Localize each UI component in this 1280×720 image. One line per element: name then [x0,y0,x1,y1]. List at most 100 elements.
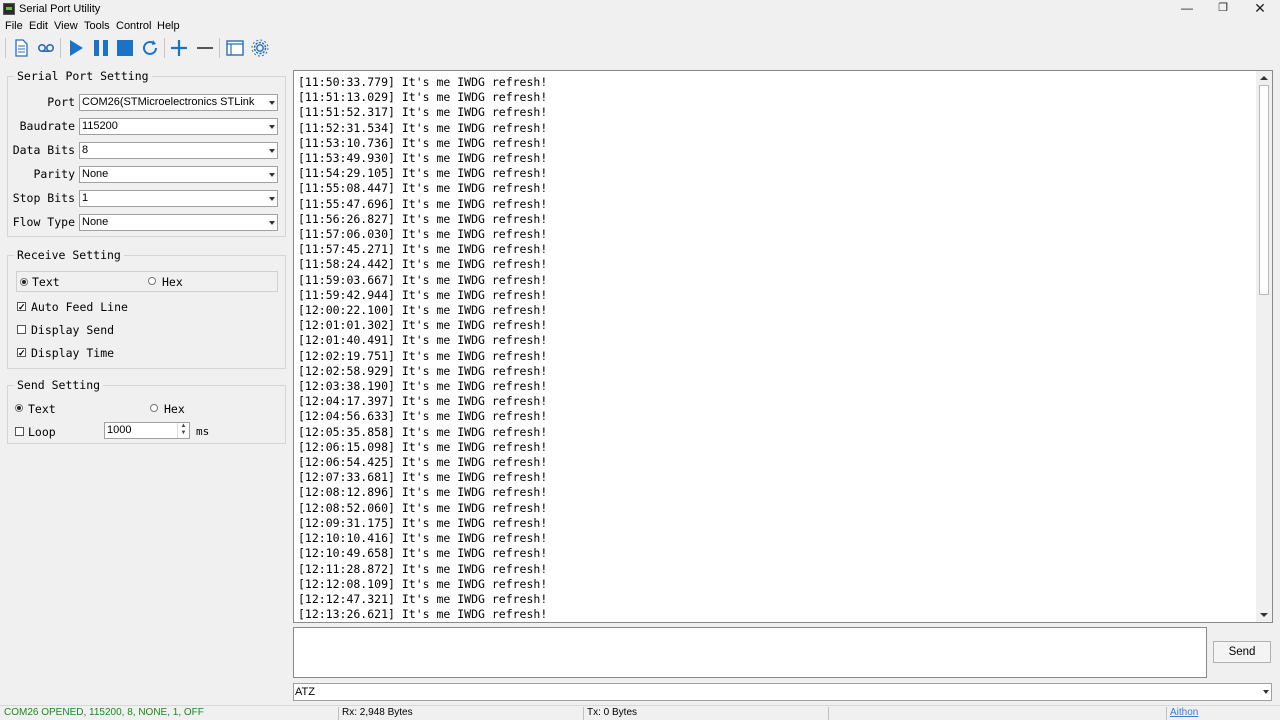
send-hex-label: Hex [164,402,185,416]
log-line: [12:08:12.896] It's me IWDG refresh! [298,485,548,500]
scroll-down-icon[interactable] [1256,608,1272,622]
stop-bits-select[interactable]: 1 [79,190,278,207]
pause-icon[interactable] [90,37,112,59]
loop-interval-value: 1000 [107,424,132,436]
rx-count: Rx: 2,948 Bytes [342,707,413,718]
refresh-icon[interactable] [139,37,161,59]
loop-label: Loop [28,425,56,439]
receive-text-label: Text [32,275,60,289]
send-text-radio[interactable] [15,404,23,412]
receive-hex-radio[interactable] [148,277,156,285]
menu-control[interactable]: Control [116,20,151,32]
loop-checkbox[interactable] [15,427,24,436]
send-history-select[interactable]: ATZ [293,683,1272,701]
receive-log-scrollbar[interactable] [1256,71,1272,622]
chevron-down-icon[interactable] [265,95,277,110]
menu-view[interactable]: View [54,20,78,32]
data-bits-select[interactable]: 8 [79,142,278,159]
menu-help[interactable]: Help [157,20,180,32]
loop-icon[interactable] [35,37,57,59]
status-bar: COM26 OPENED, 115200, 8, NONE, 1, OFF Rx… [0,705,1280,720]
receive-log-text: [11:50:33.779] It's me IWDG refresh! [11:… [298,75,547,622]
add-icon[interactable] [168,37,190,59]
auto-feed-line-label: Auto Feed Line [31,300,128,314]
send-button[interactable]: Send [1213,641,1271,663]
maximize-button[interactable]: ❐ [1205,0,1241,19]
status-separator [583,707,584,720]
window-title: Serial Port Utility [19,3,101,15]
log-line: [12:12:47.321] It's me IWDG refresh! [298,591,548,606]
settings-icon[interactable] [249,37,271,59]
menu-tools[interactable]: Tools [84,20,110,32]
log-line: [12:02:19.751] It's me IWDG refresh! [298,348,548,363]
chevron-down-icon[interactable] [265,119,277,134]
stop-icon[interactable] [114,37,136,59]
receive-mode-box: Text Hex [16,271,278,292]
close-button[interactable]: ✕ [1242,0,1278,19]
minimize-button[interactable]: — [1169,0,1205,19]
log-line: [11:57:06.030] It's me IWDG refresh! [298,227,548,242]
send-text-label: Text [28,402,56,416]
log-line: [11:53:49.930] It's me IWDG refresh! [298,151,548,166]
log-line: [11:59:42.944] It's me IWDG refresh! [298,287,548,302]
send-hex-radio[interactable] [150,404,158,412]
log-line: [12:06:54.425] It's me IWDG refresh! [298,455,548,470]
receive-text-radio[interactable] [20,278,28,286]
menu-bar: File Edit View Tools Control Help [0,19,400,34]
toolbar-separator [164,38,165,58]
flow-type-value: None [82,216,109,228]
receive-log[interactable]: [11:50:33.779] It's me IWDG refresh! [11:… [293,70,1273,623]
parity-select[interactable]: None [79,166,278,183]
display-send-label: Display Send [31,323,115,337]
remove-icon[interactable] [194,37,216,59]
flow-type-label: Flow Type [12,215,75,229]
log-line: [12:00:22.100] It's me IWDG refresh! [298,303,548,318]
display-time-checkbox[interactable]: ✓ [17,348,26,358]
send-input[interactable] [293,627,1207,678]
display-send-checkbox[interactable] [17,325,26,334]
scroll-thumb[interactable] [1259,85,1269,295]
baudrate-label: Baudrate [19,119,75,133]
new-document-icon[interactable] [10,37,32,59]
log-line: [12:04:56.633] It's me IWDG refresh! [298,409,548,424]
log-line: [12:10:10.416] It's me IWDG refresh! [298,531,548,546]
loop-interval-stepper[interactable]: 1000 ▲ ▼ [104,422,190,439]
status-separator [1166,707,1167,720]
play-icon[interactable] [65,37,87,59]
log-line: [11:58:24.442] It's me IWDG refresh! [298,257,548,272]
log-line: [12:12:08.109] It's me IWDG refresh! [298,576,548,591]
receive-hex-label: Hex [162,275,183,289]
chevron-down-icon[interactable] [265,215,277,230]
menu-edit[interactable]: Edit [29,20,48,32]
log-line: [12:03:38.190] It's me IWDG refresh! [298,379,548,394]
chevron-down-icon[interactable] [265,167,277,182]
window-icon[interactable] [224,37,246,59]
status-separator [828,707,829,720]
chevron-down-icon[interactable] [265,143,277,158]
title-bar: Serial Port Utility — ❐ ✕ [0,0,1280,19]
parity-value: None [82,168,109,180]
chevron-down-icon[interactable] [265,191,277,206]
auto-feed-line-checkbox[interactable]: ✓ [17,302,26,312]
spin-arrows-icon[interactable]: ▲ ▼ [177,423,189,438]
log-line: [12:10:49.658] It's me IWDG refresh! [298,546,548,561]
log-line: [11:57:45.271] It's me IWDG refresh! [298,242,548,257]
app-icon [3,3,15,15]
flow-type-select[interactable]: None [79,214,278,231]
baudrate-select[interactable]: 115200 [79,118,278,135]
log-line: [11:55:08.447] It's me IWDG refresh! [298,181,548,196]
log-line: [11:54:29.105] It's me IWDG refresh! [298,166,548,181]
receive-setting-title: Receive Setting [14,248,124,262]
log-line: [11:56:26.827] It's me IWDG refresh! [298,211,548,226]
chevron-down-icon[interactable] [1259,684,1271,699]
toolbar [0,35,1280,61]
scroll-up-icon[interactable] [1256,71,1272,85]
log-line: [11:59:03.667] It's me IWDG refresh! [298,272,548,287]
menu-file[interactable]: File [5,20,23,32]
toolbar-separator [219,38,220,58]
connection-status: COM26 OPENED, 115200, 8, NONE, 1, OFF [4,707,204,718]
port-select[interactable]: COM26(STMicroelectronics STLink [79,94,278,111]
brand-link[interactable]: Aithon [1170,707,1198,718]
log-line: [11:51:13.029] It's me IWDG refresh! [298,90,548,105]
send-setting-group: Send Setting Text Hex Loop 1000 ▲ ▼ ms [7,378,286,444]
